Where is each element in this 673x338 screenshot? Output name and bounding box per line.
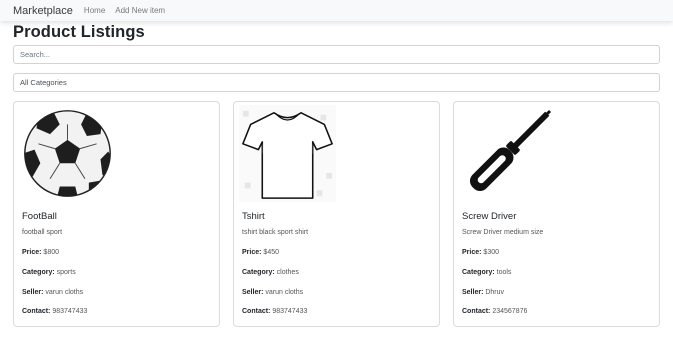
screwdriver-icon [469,109,552,192]
contact-label: Contact: [462,308,491,315]
contact-row: Contact: 983747433 [22,308,87,315]
seller-row: Seller: varun cloths [22,289,83,296]
product-title: Tshirt [242,211,265,222]
category-label: Category: [242,269,275,276]
price-row: Price: $450 [242,249,279,256]
seller-row: Seller: varun cloths [242,289,303,296]
navbar: Marketplace Home Add New item [0,0,673,21]
seller-label: Seller: [462,289,484,296]
contact-row: Contact: 983747433 [242,308,307,315]
seller-value: Dhruv [485,289,505,296]
price-value: $450 [263,249,279,256]
category-value: clothes [276,269,299,276]
seller-label: Seller: [242,289,264,296]
price-label: Price: [242,249,262,256]
seller-row: Seller: Dhruv [462,289,504,296]
product-description: football sport [22,229,63,236]
seller-value: varun cloths [265,289,304,296]
product-card-tshirt[interactable]: Tshirt tshirt black sport shirt Price: $… [233,101,440,327]
contact-label: Contact: [242,308,271,315]
product-card-screw-driver[interactable]: Screw Driver Screw Driver medium size Pr… [453,101,660,327]
contact-row: Contact: 234567876 [462,308,527,315]
price-value: $300 [483,249,499,256]
search-input[interactable]: Search... [13,45,660,64]
price-value: $800 [43,249,59,256]
nav-link-add-new-item[interactable]: Add New item [115,6,165,15]
category-label: Category: [462,269,495,276]
nav-link-home[interactable]: Home [84,6,105,15]
seller-label: Seller: [22,289,44,296]
contact-value: 234567876 [492,308,528,315]
price-row: Price: $800 [22,249,59,256]
category-label: Category: [22,269,55,276]
product-description: Screw Driver medium size [462,229,544,236]
page-title: Product Listings [13,23,145,41]
category-row: Category: tools [462,269,511,276]
contact-value: 983747433 [272,308,308,315]
price-label: Price: [462,249,482,256]
tshirt-icon [239,105,336,202]
category-select[interactable]: All Categories [13,73,660,92]
seller-value: varun cloths [45,289,84,296]
soccer-ball-icon [24,110,111,197]
product-title: FootBall [22,211,57,222]
product-card-football[interactable]: FootBall football sport Price: $800 Cate… [13,101,220,327]
contact-label: Contact: [22,308,51,315]
product-description: tshirt black sport shirt [242,229,309,236]
contact-value: 983747433 [52,308,88,315]
category-row: Category: clothes [242,269,299,276]
category-row: Category: sports [22,269,76,276]
category-value: sports [56,269,76,276]
price-label: Price: [22,249,42,256]
category-value: tools [496,269,512,276]
brand-logo[interactable]: Marketplace [13,5,73,17]
product-title: Screw Driver [462,211,517,222]
price-row: Price: $300 [462,249,499,256]
